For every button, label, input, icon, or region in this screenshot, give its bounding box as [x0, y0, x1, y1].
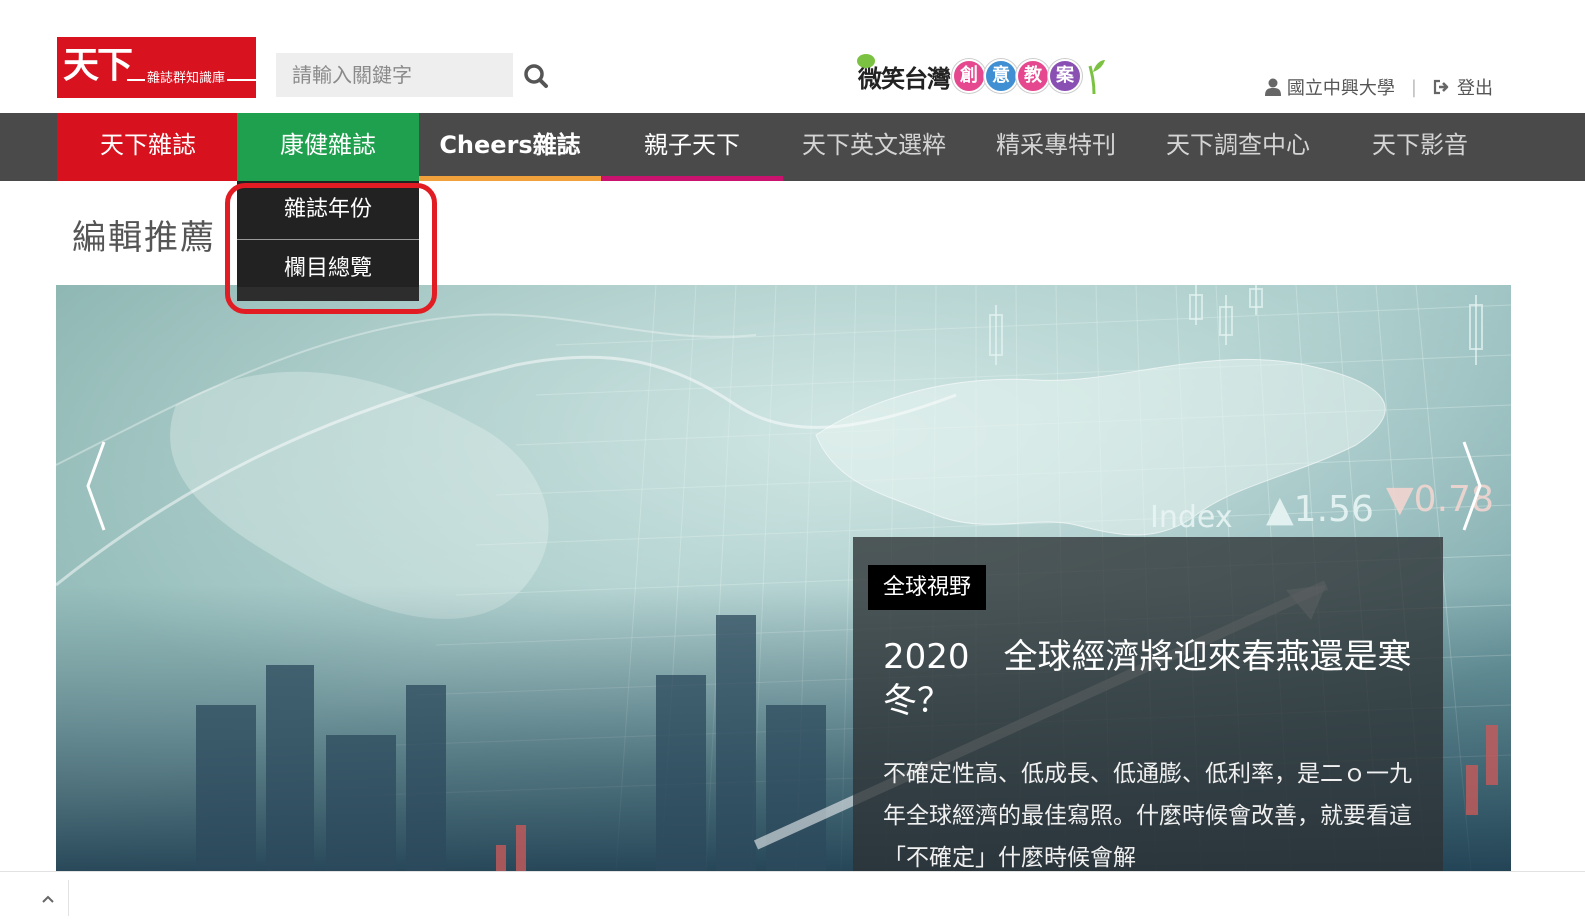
health-magazine-dropdown: 雜誌年份 欄目總覽 — [237, 181, 419, 301]
search-input[interactable] — [276, 53, 513, 97]
nav-tab-video[interactable]: 天下影音 — [1329, 113, 1511, 181]
dropdown-item-years[interactable]: 雜誌年份 — [237, 181, 419, 239]
carousel-prev-button[interactable] — [84, 440, 108, 536]
campaign-leaf-icon — [857, 54, 875, 68]
logo-subtext: 雜誌群知識庫 — [145, 71, 228, 87]
user-area: 國立中興大學 | 登出 — [1264, 74, 1493, 100]
main-nav: 天下雜誌 康健雜誌 Cheers雜誌 親子天下 天下英文選粹 精采專特刊 天下調… — [0, 113, 1585, 181]
nav-tab-health-magazine[interactable]: 康健雜誌 — [237, 113, 419, 181]
scroll-top-button[interactable] — [28, 880, 69, 916]
campaign-banner[interactable]: 微笑台灣 創 意 教 案 — [857, 52, 1106, 100]
campaign-bubble: 意 — [984, 59, 1018, 93]
campaign-bubble: 創 — [952, 59, 986, 93]
nav-tab-parenting[interactable]: 親子天下 — [601, 113, 783, 181]
nav-tab-survey-center[interactable]: 天下調查中心 — [1147, 113, 1329, 181]
nav-tab-english-digest[interactable]: 天下英文選粹 — [783, 113, 965, 181]
search-button[interactable] — [520, 60, 552, 92]
dropdown-footer — [237, 287, 419, 301]
sprout-icon — [1088, 60, 1105, 95]
site-logo[interactable]: 天下 雜誌群知識庫 — [57, 37, 256, 98]
article-title[interactable]: 2020 全球經濟將迎來春燕還是寒冬？ — [883, 635, 1423, 723]
logout-icon — [1433, 79, 1449, 95]
chevron-up-icon — [42, 895, 54, 903]
campaign-bubble: 教 — [1016, 59, 1050, 93]
overlay-text: ▲1.56 — [1266, 489, 1374, 530]
overlay-text: Index — [1150, 500, 1233, 535]
nav-tab-special-issues[interactable]: 精采專特刊 — [965, 113, 1147, 181]
user-name: 國立中興大學 — [1286, 78, 1395, 99]
nav-tab-cw-magazine[interactable]: 天下雜誌 — [57, 113, 239, 181]
chevron-left-icon — [86, 441, 106, 531]
carousel-next-button[interactable] — [1460, 440, 1484, 536]
category-tag[interactable]: 全球視野 — [868, 565, 987, 610]
separator: | — [1410, 76, 1417, 98]
logout-label: 登出 — [1457, 78, 1493, 99]
nav-tab-cheers-magazine[interactable]: Cheers雜誌 — [419, 113, 601, 181]
section-title: 編輯推薦 — [72, 218, 216, 258]
article-summary: 不確定性高、低成長、低通膨、低利率，是二ｏ一九年全球經濟的最佳寫照。什麼時候會改… — [883, 761, 1412, 871]
search-icon — [524, 64, 548, 88]
user-icon — [1264, 78, 1281, 96]
hero-caption-panel: 全球視野 2020 全球經濟將迎來春燕還是寒冬？ 不確定性高、低成長、低通膨、低… — [853, 537, 1443, 871]
bottom-toolbar — [0, 871, 1585, 924]
logo-text: 天下 — [63, 44, 133, 86]
chevron-right-icon — [1462, 441, 1482, 531]
campaign-bubble: 案 — [1048, 59, 1082, 93]
logout-link[interactable]: 登出 — [1433, 74, 1493, 100]
